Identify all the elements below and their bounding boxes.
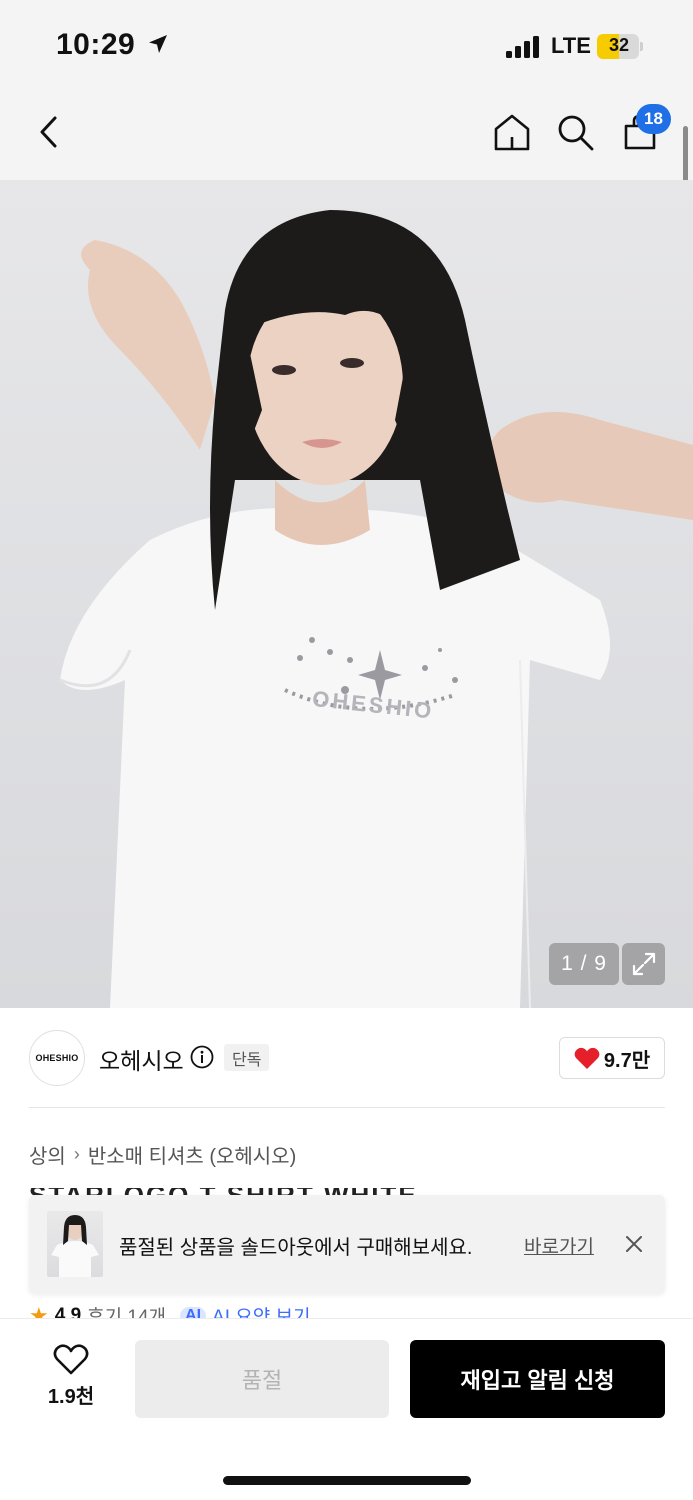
home-button[interactable] bbox=[490, 110, 534, 154]
soldout-toast: 품절된 상품을 솔드아웃에서 구매해보세요. 바로가기 bbox=[29, 1195, 665, 1293]
breadcrumb-subcategory[interactable]: 반소매 티셔츠 (오헤시오) bbox=[88, 1140, 296, 1169]
breadcrumb-category[interactable]: 상의 bbox=[29, 1140, 66, 1169]
soldout-button[interactable]: 품절 bbox=[135, 1340, 389, 1418]
heart-outline-icon bbox=[53, 1344, 89, 1375]
divider bbox=[29, 1107, 665, 1108]
battery-level: 32 bbox=[608, 35, 630, 55]
brand-name[interactable]: 오헤시오 bbox=[99, 1042, 184, 1076]
toast-product-thumbnail bbox=[47, 1211, 103, 1277]
expand-button[interactable] bbox=[622, 943, 665, 985]
back-icon bbox=[40, 116, 57, 148]
cart-count-badge: 18 bbox=[636, 104, 671, 134]
exclusive-badge: 단독 bbox=[224, 1044, 270, 1071]
network-type: LTE bbox=[551, 33, 591, 58]
battery-icon: 32 bbox=[597, 34, 645, 59]
search-icon bbox=[558, 115, 594, 151]
brand-like-count: 9.7만 bbox=[603, 1049, 651, 1072]
home-indicator[interactable] bbox=[223, 1476, 471, 1485]
search-button[interactable] bbox=[553, 110, 597, 154]
home-icon bbox=[494, 114, 530, 151]
location-arrow-icon bbox=[149, 35, 167, 53]
status-time: 10:29 bbox=[56, 28, 136, 61]
chevron-right-icon: › bbox=[73, 1144, 80, 1164]
product-photo-illustration: OHESHIO bbox=[59, 210, 693, 1008]
back-button[interactable] bbox=[28, 110, 72, 154]
restock-alert-button[interactable]: 재입고 알림 신청 bbox=[410, 1340, 665, 1418]
product-image[interactable]: OHESHIO bbox=[0, 180, 693, 1008]
toast-go-link[interactable]: 바로가기 bbox=[524, 1232, 594, 1259]
close-icon[interactable] bbox=[623, 1233, 645, 1255]
wishlist-count: 1.9천 bbox=[47, 1386, 95, 1408]
brand-like-button[interactable]: 9.7만 bbox=[559, 1037, 665, 1079]
breadcrumb: 상의 › 반소매 티셔츠 (오헤시오) bbox=[29, 1140, 296, 1169]
wishlist-button[interactable]: 1.9천 bbox=[38, 1344, 104, 1414]
top-nav bbox=[0, 92, 693, 180]
info-icon[interactable] bbox=[190, 1045, 214, 1069]
image-counter: 1 / 9 bbox=[549, 943, 619, 985]
expand-icon bbox=[632, 952, 655, 976]
toast-message: 품절된 상품을 솔드아웃에서 구매해보세요. bbox=[119, 1237, 473, 1259]
status-bar: 10:29 LTE 32 bbox=[0, 0, 693, 92]
heart-filled-icon bbox=[574, 1047, 600, 1069]
brand-logo[interactable]: OHESHIO bbox=[29, 1030, 85, 1086]
signal-icon bbox=[506, 36, 539, 58]
rating-row: ★ 4.9 후기 14개 AI AI 요약 보기 bbox=[29, 1300, 529, 1320]
